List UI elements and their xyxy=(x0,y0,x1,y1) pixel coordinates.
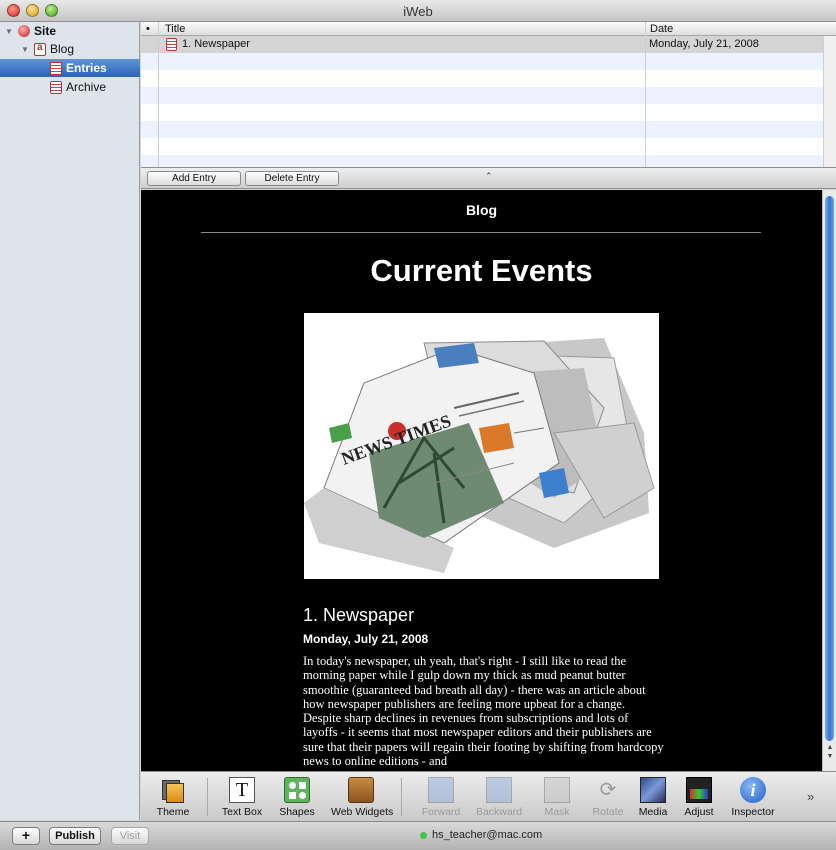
table-row[interactable]: 1. Newspaper Monday, July 21, 2008 xyxy=(141,36,823,53)
delete-entry-button[interactable]: Delete Entry xyxy=(245,171,339,186)
entry-body-text[interactable]: In today's newspaper, uh yeah, that's ri… xyxy=(303,654,665,768)
entry-page-icon xyxy=(166,38,177,51)
column-header-date[interactable]: Date xyxy=(650,23,673,35)
table-row-empty xyxy=(141,155,823,167)
sidebar-item-label: Site xyxy=(34,24,57,38)
adjust-icon xyxy=(686,777,712,803)
column-header-title[interactable]: Title xyxy=(165,23,185,35)
entries-scrollbar[interactable] xyxy=(823,36,836,167)
entry-button-bar: Add Entry Delete Entry ⌃ xyxy=(141,167,836,189)
adjust-button[interactable]: Adjust xyxy=(669,775,729,821)
media-icon xyxy=(640,777,666,803)
page-title[interactable]: Current Events xyxy=(141,253,822,289)
sidebar-item-archive[interactable]: Archive xyxy=(0,78,140,96)
backward-icon xyxy=(486,777,512,803)
theme-icon xyxy=(160,777,186,803)
table-row-empty xyxy=(141,121,823,138)
sidebar-item-site[interactable]: ▼ Site xyxy=(0,22,140,40)
sidebar-item-label: Entries xyxy=(66,61,107,75)
publish-button[interactable]: Publish xyxy=(49,827,101,845)
table-row-empty xyxy=(141,138,823,155)
disclosure-triangle-icon[interactable]: ▼ xyxy=(4,27,14,36)
main-toolbar: Theme T Text Box Shapes Web Widgets Forw… xyxy=(141,771,836,821)
entries-table: • Title Date 1. Newspaper Monday, July 2… xyxy=(141,22,836,167)
site-sidebar: ▼ Site ▼ Blog Entries Archive xyxy=(0,22,140,820)
account-label: hs_teacher@mac.com xyxy=(432,829,543,841)
site-globe-icon xyxy=(18,25,30,37)
toolbar-label: Text Box xyxy=(221,806,263,818)
scroll-arrows-icon[interactable]: ▲ ▼ xyxy=(825,743,835,761)
backward-button[interactable]: Backward xyxy=(469,775,529,821)
disclosure-triangle-icon[interactable]: ▼ xyxy=(20,45,30,54)
mask-icon xyxy=(544,777,570,803)
forward-button[interactable]: Forward xyxy=(411,775,471,821)
table-row-empty xyxy=(141,104,823,121)
inspector-button[interactable]: i Inspector xyxy=(723,775,783,821)
rotate-icon: ⟳ xyxy=(599,779,617,801)
toolbar-label: Inspector xyxy=(731,806,775,818)
toolbar-label: Shapes xyxy=(279,806,315,818)
entry-title-cell: 1. Newspaper xyxy=(182,38,250,50)
inspector-icon: i xyxy=(740,777,766,803)
table-row-empty xyxy=(141,70,823,87)
shapes-button[interactable]: Shapes xyxy=(267,775,327,821)
visit-button[interactable]: Visit xyxy=(111,827,149,845)
sidebar-item-blog[interactable]: ▼ Blog xyxy=(0,40,140,58)
add-page-button[interactable]: + xyxy=(12,827,40,845)
newspaper-photo[interactable]: NEWS TIMES xyxy=(304,313,659,579)
page-canvas[interactable]: Blog Current Events NEWS TIMES 1. Newspa… xyxy=(141,190,822,771)
toolbar-label: Forward xyxy=(421,806,461,818)
toolbar-separator xyxy=(207,778,208,816)
column-header-marker[interactable]: • xyxy=(146,23,150,35)
entry-heading[interactable]: 1. Newspaper xyxy=(303,605,414,626)
toolbar-label: Backward xyxy=(475,806,523,818)
table-header: • Title Date xyxy=(141,22,836,36)
add-entry-button[interactable]: Add Entry xyxy=(147,171,241,186)
blog-icon xyxy=(34,42,46,56)
sidebar-item-label: Blog xyxy=(50,42,75,56)
web-widgets-icon xyxy=(348,777,374,803)
toolbar-separator xyxy=(401,778,402,816)
blog-header[interactable]: Blog xyxy=(141,202,822,218)
table-row-empty xyxy=(141,53,823,70)
toolbar-overflow-icon[interactable]: » xyxy=(807,789,814,804)
scrollbar-thumb[interactable] xyxy=(825,196,834,741)
sidebar-item-entries[interactable]: Entries xyxy=(0,59,140,77)
entry-date[interactable]: Monday, July 21, 2008 xyxy=(303,632,428,646)
toolbar-label: Theme xyxy=(156,806,190,818)
entries-page-icon xyxy=(50,61,62,75)
toolbar-label: Adjust xyxy=(684,806,714,818)
theme-button[interactable]: Theme xyxy=(143,775,203,821)
forward-icon xyxy=(428,777,454,803)
bottom-bar: + Publish Visit hs_teacher@mac.com xyxy=(0,821,836,850)
title-bar: iWeb xyxy=(0,0,836,22)
canvas-scrollbar[interactable]: ▲ ▼ xyxy=(822,190,836,771)
text-box-button[interactable]: T Text Box xyxy=(212,775,272,821)
sidebar-item-label: Archive xyxy=(66,80,107,94)
table-row-empty xyxy=(141,87,823,104)
shapes-icon xyxy=(284,777,310,803)
entry-date-cell: Monday, July 21, 2008 xyxy=(649,38,759,50)
online-status-icon xyxy=(420,831,427,839)
account-status: hs_teacher@mac.com xyxy=(420,829,542,841)
column-divider xyxy=(158,22,159,167)
text-box-icon: T xyxy=(229,777,255,803)
archive-page-icon xyxy=(50,80,62,94)
window-title: iWeb xyxy=(403,4,433,19)
web-widgets-button[interactable]: Web Widgets xyxy=(331,775,394,821)
header-divider xyxy=(201,232,761,233)
collapse-entries-icon[interactable]: ⌃ xyxy=(485,171,493,182)
newspaper-stack-image: NEWS TIMES xyxy=(304,338,655,573)
column-divider xyxy=(645,22,646,167)
toolbar-label: Web Widgets xyxy=(331,806,394,818)
